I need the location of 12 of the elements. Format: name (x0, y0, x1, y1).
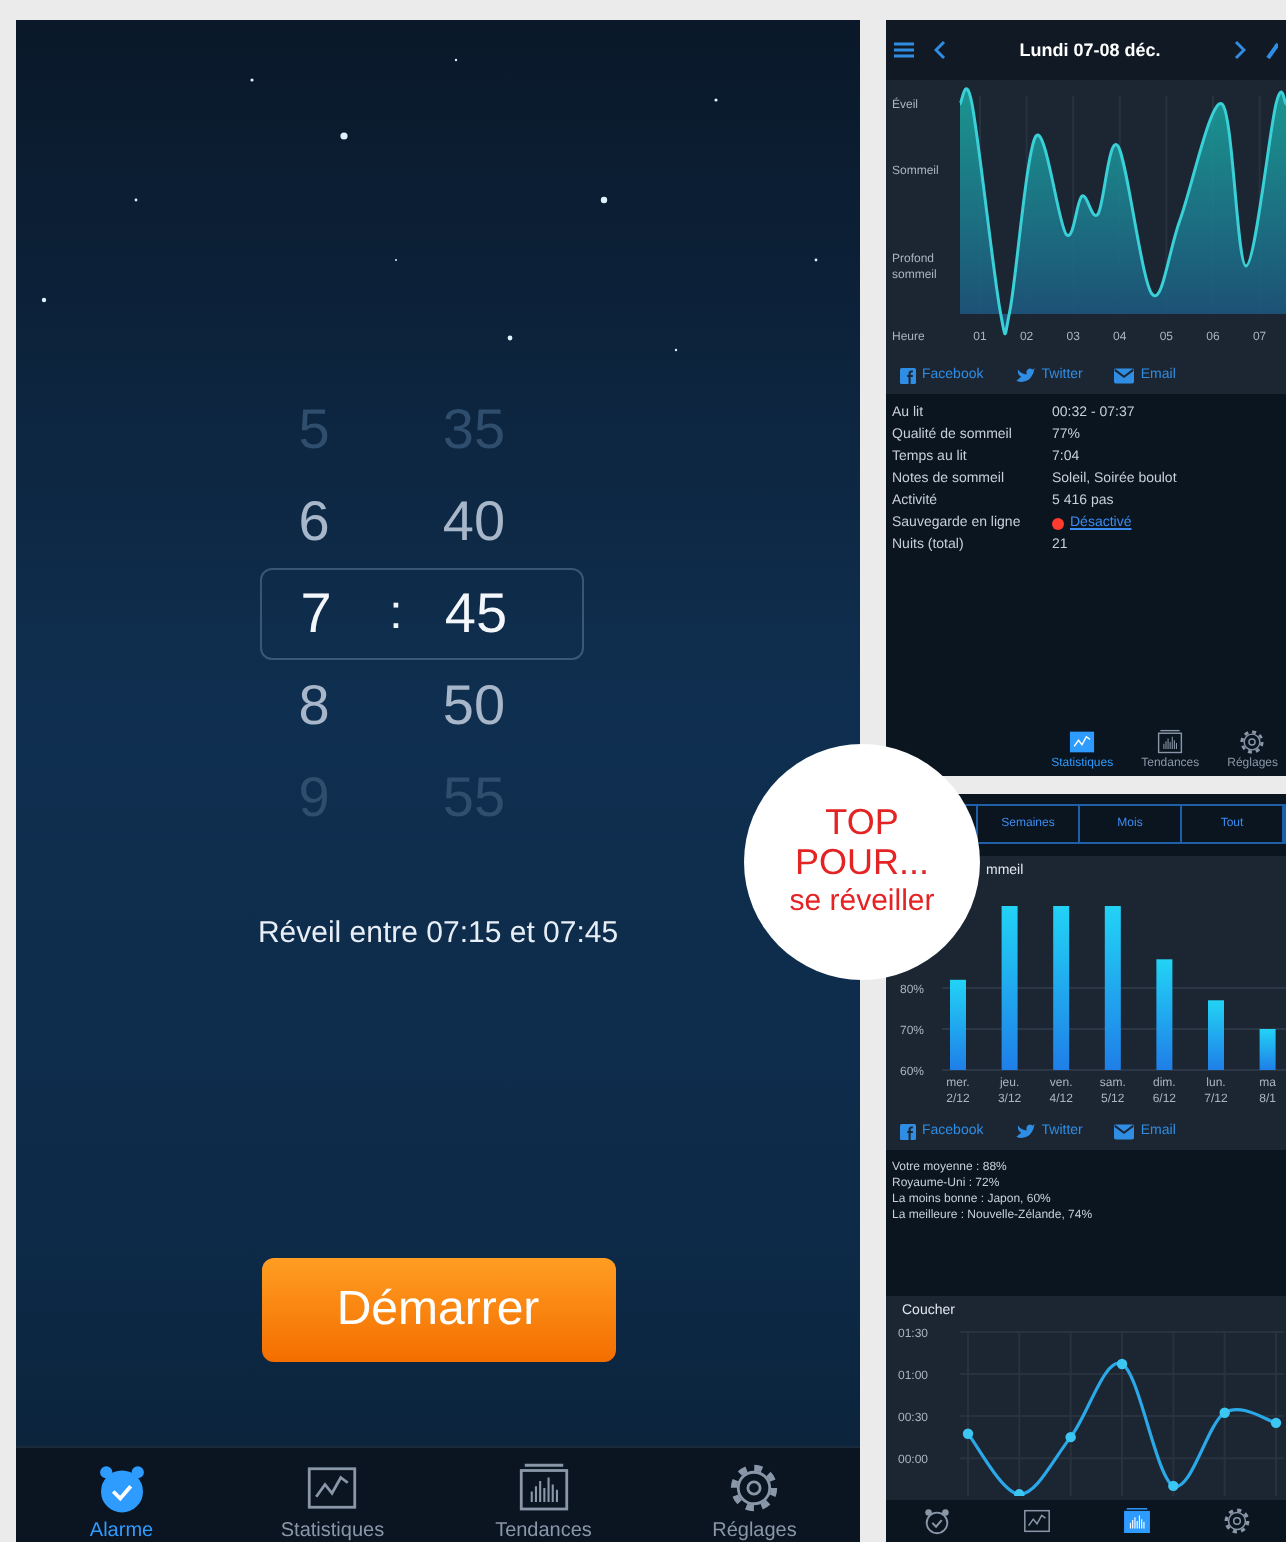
time-row[interactable]: 6 40 (260, 476, 584, 568)
tab-button[interactable]: Statistiques (242, 1460, 423, 1542)
night-title: Lundi 07-08 déc. (1017, 40, 1163, 60)
wake-window-text: Réveil entre 07:15 et 07:45 (257, 916, 619, 950)
badge-line: se réveiller (789, 882, 935, 922)
time-row[interactable]: 8 50 (260, 660, 584, 752)
tab-button[interactable]: Réglages (664, 1460, 845, 1542)
badge-line: TOP (825, 802, 899, 842)
tab-button[interactable]: Tendances (453, 1460, 634, 1542)
badge-line: POUR... (794, 842, 929, 882)
selected-time-row[interactable]: 7 : 45 (260, 568, 584, 660)
tab-button[interactable]: Alarme (31, 1460, 212, 1542)
